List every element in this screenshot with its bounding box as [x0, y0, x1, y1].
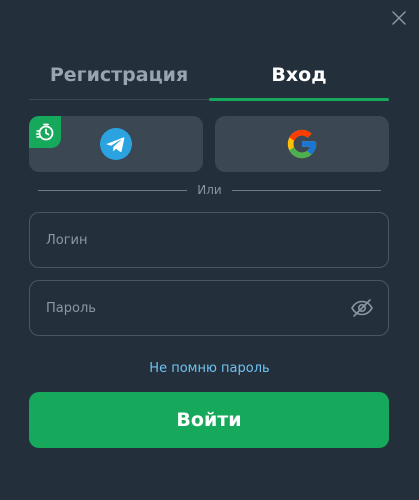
social-login: [29, 116, 389, 172]
or-divider: Или: [38, 182, 382, 198]
toggle-password-visibility[interactable]: [350, 296, 374, 320]
tab-login-label: Вход: [271, 63, 327, 86]
close-button[interactable]: [389, 8, 409, 28]
password-field: [29, 280, 389, 336]
google-icon: [287, 129, 317, 159]
login-input[interactable]: [30, 213, 388, 267]
eye-off-icon: [351, 299, 373, 317]
tab-register-label: Регистрация: [49, 63, 189, 86]
login-field: [29, 212, 389, 268]
tab-register[interactable]: Регистрация: [29, 50, 209, 99]
auth-tabs: Регистрация Вход: [29, 50, 389, 101]
auth-modal: Регистрация Вход Или Логин Не помню паро…: [0, 0, 419, 500]
divider-line-left: [38, 189, 188, 191]
telegram-icon: [100, 128, 132, 160]
close-icon: [392, 11, 406, 25]
forgot-password-link[interactable]: Не помню пароль: [0, 361, 419, 376]
tab-login[interactable]: Вход: [209, 50, 389, 101]
login-submit-button[interactable]: Войти: [29, 392, 389, 448]
password-input[interactable]: [30, 281, 350, 335]
google-login-button[interactable]: [215, 116, 389, 172]
divider-text: Или: [197, 183, 222, 197]
stopwatch-icon: [35, 123, 54, 141]
divider-line-right: [231, 189, 382, 191]
promo-badge: [29, 116, 61, 148]
telegram-login-button[interactable]: [29, 116, 203, 172]
